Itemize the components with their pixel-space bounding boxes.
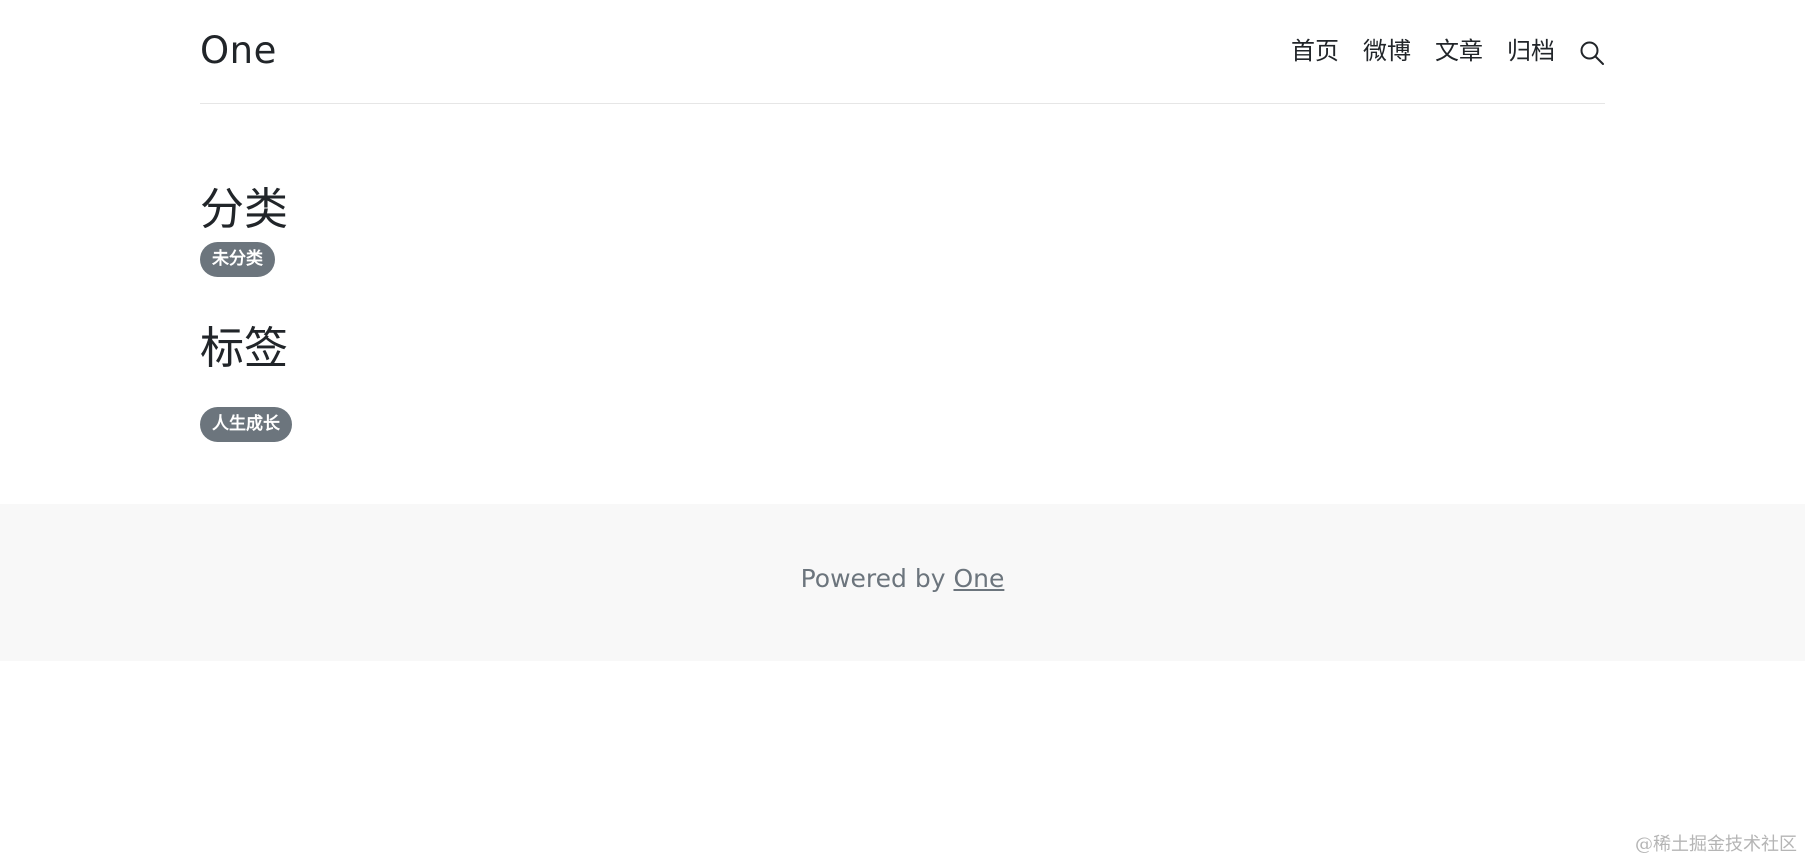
header-container: One 首页 微博 文章 归档 分类 未分类 标签 人生成长 <box>200 0 1605 504</box>
categories-title: 分类 <box>200 184 288 235</box>
footer-text: Powered by One <box>801 564 1005 593</box>
footer-one-link[interactable]: One <box>953 564 1004 593</box>
categories-section: 分类 未分类 <box>200 188 1605 277</box>
footer: Powered by One <box>0 504 1805 661</box>
page: One 首页 微博 文章 归档 分类 未分类 标签 人生成长 Powered b… <box>0 0 1805 862</box>
watermark: @稀土掘金技术社区 <box>1635 834 1797 855</box>
search-icon[interactable] <box>1579 40 1605 66</box>
site-brand-link[interactable]: One <box>200 32 277 69</box>
main-content: 分类 未分类 标签 人生成长 <box>200 104 1605 504</box>
tag-badge[interactable]: 人生成长 <box>200 407 292 442</box>
tags-section: 标签 人生成长 <box>200 327 1605 442</box>
nav-item-archive[interactable]: 归档 <box>1507 39 1555 63</box>
nav-item-weibo[interactable]: 微博 <box>1363 39 1411 63</box>
navbar: One 首页 微博 文章 归档 <box>200 0 1605 104</box>
footer-prefix: Powered by <box>800 564 954 593</box>
tags-title: 标签 <box>200 323 288 374</box>
nav-item-home[interactable]: 首页 <box>1291 39 1339 63</box>
main-menu: 首页 微博 文章 归档 <box>1291 36 1605 66</box>
nav-item-articles[interactable]: 文章 <box>1435 39 1483 63</box>
category-badge[interactable]: 未分类 <box>200 242 275 277</box>
